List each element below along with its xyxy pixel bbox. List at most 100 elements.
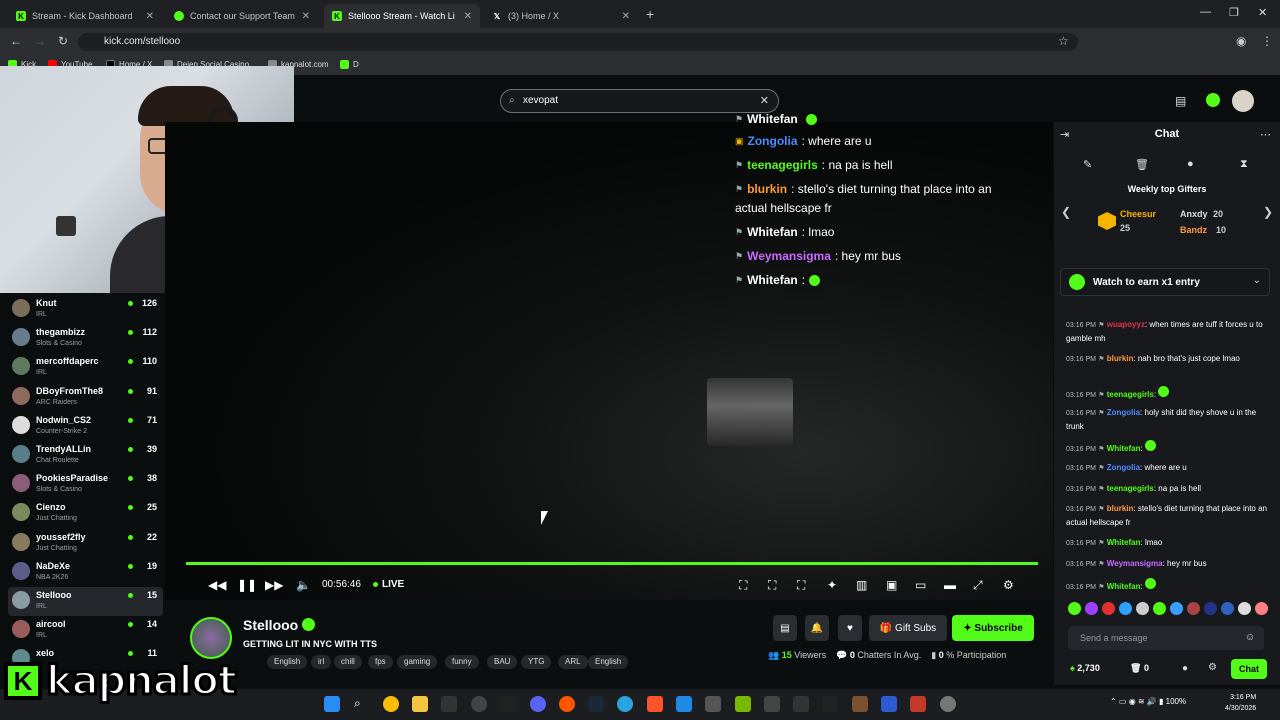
windows-start-icon[interactable] <box>324 696 340 712</box>
bookmark-star-icon[interactable]: ☆ <box>1058 34 1069 48</box>
settings-icon[interactable] <box>940 696 956 712</box>
profile-icon[interactable]: ◉ <box>1236 34 1246 48</box>
stream-tag[interactable]: fps <box>368 655 393 669</box>
app-icon[interactable] <box>793 696 809 712</box>
trash-icon[interactable]: 🗑 <box>1135 158 1149 171</box>
emoji-icon[interactable]: ☺ <box>1245 632 1255 643</box>
soundcloud-icon[interactable] <box>559 696 575 712</box>
gifter-name[interactable]: Anxdy <box>1180 209 1208 219</box>
taskbar-clock[interactable]: 3:16 PM 4/30/2026 <box>1225 692 1256 714</box>
wallet-icon[interactable]: ▤ <box>1175 94 1186 108</box>
sidebar-channel-item[interactable]: PookiesParadise Slots & Casino 38 <box>8 470 163 499</box>
secondary-points[interactable]: 🗑 0 <box>1130 663 1149 674</box>
emote-icon[interactable] <box>1170 602 1183 615</box>
app-icon[interactable] <box>471 696 487 712</box>
bookmark-d[interactable]: D <box>340 60 359 69</box>
crop-icon[interactable]: ⛶ <box>739 578 747 593</box>
sidebar-channel-item[interactable]: TrendyALLin Chat Roulette 39 <box>8 441 163 470</box>
streamer-name[interactable]: Stellooo <box>243 617 298 633</box>
user-avatar[interactable] <box>1232 90 1254 112</box>
channel-points[interactable]: ♠ 2,730 <box>1070 663 1100 673</box>
close-icon[interactable]: ✕ <box>622 11 630 22</box>
nvidia-icon[interactable] <box>735 696 751 712</box>
sparkle-icon[interactable]: ✦ <box>827 578 837 592</box>
chat-username[interactable]: blurkin <box>1107 354 1134 363</box>
settings-icon[interactable]: ⚙ <box>1208 662 1217 673</box>
gifter-name[interactable]: Cheesur <box>1120 209 1156 219</box>
app-icon[interactable] <box>676 696 692 712</box>
streamer-avatar[interactable] <box>190 617 232 659</box>
stream-tag[interactable]: BAU <box>487 655 518 669</box>
pip-icon[interactable]: ▣ <box>886 578 897 592</box>
sidebar-channel-item[interactable]: mercoffdaperc IRL 110 <box>8 353 163 382</box>
emote-icon[interactable] <box>1102 602 1115 615</box>
stream-tag[interactable]: ARL <box>558 655 588 669</box>
app-icon[interactable] <box>910 696 926 712</box>
telegram-icon[interactable] <box>617 696 633 712</box>
app-icon[interactable] <box>705 696 721 712</box>
back-icon[interactable]: ← <box>10 34 22 48</box>
rewind-icon[interactable]: ◀◀ <box>208 578 226 592</box>
search-input[interactable]: ⌕ xevopat ✕ <box>500 89 779 113</box>
stream-tag[interactable]: YTG <box>521 655 552 669</box>
maximize-icon[interactable]: ❐ <box>1229 6 1239 19</box>
emote-icon[interactable] <box>1238 602 1251 615</box>
sidebar-channel-item[interactable]: Stellooo IRL 15 <box>8 587 163 616</box>
volume-icon[interactable]: 🔈 <box>296 578 311 592</box>
brave-icon[interactable] <box>647 696 663 712</box>
emote-icon[interactable] <box>1187 602 1200 615</box>
app-icon[interactable] <box>441 696 457 712</box>
chat-menu-icon[interactable]: ⋯ <box>1260 128 1271 141</box>
stream-tag[interactable]: English <box>588 655 629 669</box>
chat-username[interactable]: Whitefan <box>1107 444 1141 453</box>
system-tray[interactable]: ⌃ ▭ ◉ ≋ 🔊 ▮ 100% <box>1110 697 1186 706</box>
emote-icon[interactable] <box>1255 602 1268 615</box>
subscribe-button[interactable]: ✦ Subscribe <box>952 615 1034 641</box>
pause-icon[interactable]: ❚❚ <box>237 578 257 592</box>
chat-bubble-icon[interactable]: ● <box>1187 158 1194 170</box>
steam-icon[interactable] <box>588 696 604 712</box>
emote-icon[interactable] <box>1068 602 1081 615</box>
chat-username[interactable]: Zongolia <box>1107 463 1140 472</box>
chat-username[interactable]: teenagegirls <box>1107 390 1154 399</box>
stream-tag[interactable]: chill <box>334 655 362 669</box>
prev-arrow-icon[interactable]: ❮ <box>1061 205 1071 219</box>
crop-icon[interactable]: ⛶ <box>797 578 805 593</box>
gift-subs-button[interactable]: 🎁 Gift Subs <box>869 615 947 641</box>
watch-to-earn-banner[interactable]: Watch to earn x1 entry ⌄ <box>1060 268 1270 296</box>
app-icon[interactable] <box>500 696 516 712</box>
emote-icon[interactable] <box>1221 602 1234 615</box>
stream-tag[interactable]: funny <box>445 655 479 669</box>
sidebar-channel-item[interactable]: Knut IRL 126 <box>8 295 163 324</box>
send-chat-button[interactable]: Chat <box>1231 659 1267 679</box>
app-icon[interactable] <box>764 696 780 712</box>
tab-stellooo[interactable]: K Stellooo Stream - Watch Li ✕ <box>324 4 480 28</box>
forward-icon[interactable]: ▶▶ <box>265 578 283 592</box>
widescreen-icon[interactable]: ▬ <box>944 578 956 592</box>
chrome-icon[interactable] <box>383 696 399 712</box>
chat-message-input[interactable]: Send a message <box>1068 626 1264 650</box>
file-explorer-icon[interactable] <box>412 696 428 712</box>
fullscreen-icon[interactable]: ⤢ <box>973 578 983 593</box>
sidebar-channel-item[interactable]: NaDeXe NBA 2K26 19 <box>8 558 163 587</box>
sidebar-channel-item[interactable]: DBoyFromThe8 ARC Raiders 91 <box>8 383 163 412</box>
emote-icon[interactable] <box>1085 602 1098 615</box>
chat-username[interactable]: Weymansigma <box>1107 559 1163 568</box>
crop-icon[interactable]: ⛶ <box>768 578 776 593</box>
sidebar-channel-item[interactable]: Nodwin_CS2 Counter-Strike 2 71 <box>8 412 163 441</box>
theater-icon[interactable]: ▭ <box>915 578 926 592</box>
close-icon[interactable]: ✕ <box>146 11 154 22</box>
progress-bar[interactable] <box>186 562 1038 565</box>
sidebar-channel-item[interactable]: youssef2fly Just Chatting 22 <box>8 529 163 558</box>
close-window-icon[interactable]: ✕ <box>1258 6 1267 19</box>
settings-icon[interactable]: ⚙ <box>1003 578 1014 592</box>
clip-button[interactable]: ▤ <box>773 615 797 641</box>
chat-username[interactable]: Whitefan <box>1107 538 1141 547</box>
emote-icon[interactable] <box>1136 602 1149 615</box>
minecraft-icon[interactable] <box>852 696 868 712</box>
follow-heart-button[interactable]: ♥ <box>838 615 862 641</box>
kick-rewards-icon[interactable] <box>1206 93 1220 107</box>
stream-tag[interactable]: irl <box>311 655 332 669</box>
stream-tag[interactable]: English <box>267 655 308 669</box>
close-icon[interactable]: ✕ <box>464 11 472 22</box>
